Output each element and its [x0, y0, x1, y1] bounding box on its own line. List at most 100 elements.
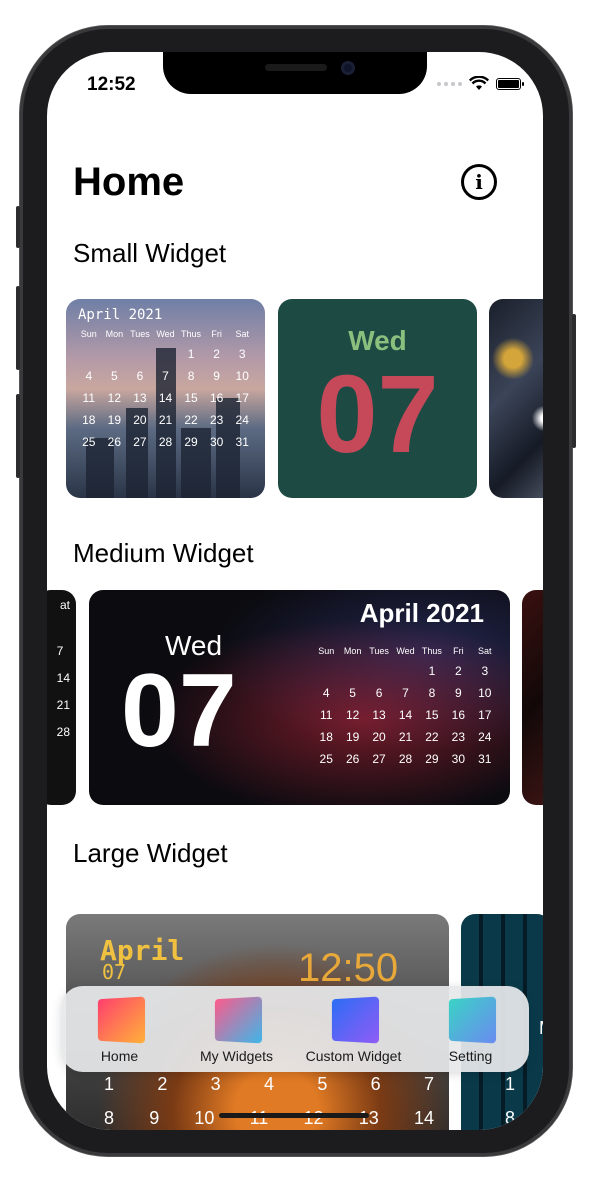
- tab-label: My Widgets: [200, 1048, 273, 1064]
- calendar-day: 23: [204, 413, 230, 427]
- calendar-day: 4: [76, 369, 102, 383]
- date-number: 07: [278, 351, 477, 478]
- home-indicator[interactable]: [219, 1113, 369, 1118]
- calendar-day: 31: [472, 752, 498, 766]
- status-icons: [437, 76, 521, 91]
- custom-widget-icon: [331, 997, 378, 1044]
- calendar-day: 8: [178, 369, 204, 383]
- camera-icon: [341, 61, 355, 75]
- calendar-day: [392, 664, 418, 678]
- calendar-day: 1: [178, 347, 204, 361]
- medium-widget-partial-left[interactable]: at 7 14 21 28: [47, 590, 76, 805]
- large-week-row: 8 9 10 11 12 13 14: [104, 1108, 434, 1129]
- calendar-day: 27: [366, 752, 392, 766]
- calendar-day: 25: [76, 435, 102, 449]
- calendar-day: 22: [178, 413, 204, 427]
- calendar-day: 28: [392, 752, 418, 766]
- calendar-day: 3: [229, 347, 255, 361]
- calendar-day: 24: [472, 730, 498, 744]
- calendar-day: 12: [102, 391, 128, 405]
- date-number: 07: [121, 652, 237, 771]
- calendar-grid: Sun Mon Tues Wed Thus Fri Sat 1 2 3 4 5 6 7 8 9 10 11 12 13…: [76, 329, 255, 449]
- weekday-header: Thus: [419, 646, 445, 656]
- calendar-day: 29: [419, 752, 445, 766]
- calendar-day: 5: [317, 1074, 327, 1095]
- calendar-day: 4: [313, 686, 339, 700]
- calendar-day: 11: [76, 391, 102, 405]
- calendar-day: 21: [153, 413, 179, 427]
- volume-down-button: [16, 394, 20, 478]
- calendar-day: 22: [419, 730, 445, 744]
- weekday-header: Wed: [392, 646, 418, 656]
- weekday-header: Mon: [339, 646, 365, 656]
- weekday-header: Sun: [313, 646, 339, 656]
- calendar-day: 14: [153, 391, 179, 405]
- screen: 12:52 Home i Small Widget April 2021 Sun…: [47, 52, 543, 1130]
- calendar-day: 12: [304, 1108, 324, 1129]
- calendar-day: 21: [57, 698, 70, 712]
- calendar-day: 5: [102, 369, 128, 383]
- calendar-day: [339, 664, 365, 678]
- calendar-day: 8: [419, 686, 445, 700]
- signal-dots-icon: [437, 82, 462, 86]
- calendar-day: 13: [359, 1108, 379, 1129]
- large-time: 12:50: [298, 946, 398, 991]
- calendar-day: 19: [102, 413, 128, 427]
- small-marble-widget[interactable]: [489, 299, 543, 498]
- calendar-grid: Sun Mon Tues Wed Thus Fri Sat 1 2 3 4 5 6 7 8 9 10 11 12 13…: [313, 646, 498, 766]
- tab-custom-widget[interactable]: Custom Widget: [295, 986, 412, 1072]
- calendar-day: 21: [392, 730, 418, 744]
- my-widgets-icon: [214, 997, 261, 1044]
- calendar-day: 14: [414, 1108, 434, 1129]
- calendar-day: 4: [264, 1074, 274, 1095]
- calendar-day: 7: [57, 644, 70, 658]
- tab-setting[interactable]: Setting: [412, 986, 529, 1072]
- tab-my-widgets[interactable]: My Widgets: [178, 986, 295, 1072]
- tab-home[interactable]: Home: [61, 986, 178, 1072]
- setting-icon: [448, 997, 495, 1044]
- small-calendar-widget[interactable]: April 2021 Sun Mon Tues Wed Thus Fri Sat 1 2 3 4 5 6…: [66, 299, 265, 498]
- calendar-day: 26: [102, 435, 128, 449]
- tab-label: Setting: [449, 1048, 493, 1064]
- weekday-header: Tues: [366, 646, 392, 656]
- speaker-grille: [265, 64, 327, 71]
- medium-widget-partial-right[interactable]: [522, 590, 543, 805]
- calendar-day: 25: [313, 752, 339, 766]
- calendar-day: 1: [419, 664, 445, 678]
- calendar-day: 28: [153, 435, 179, 449]
- calendar-day: 17: [472, 708, 498, 722]
- home-icon: [97, 997, 144, 1044]
- mute-switch: [16, 206, 20, 248]
- calendar-day: 3: [211, 1074, 221, 1095]
- weekday-header: Mon: [102, 329, 128, 339]
- volume-up-button: [16, 286, 20, 370]
- calendar-day: 14: [57, 671, 70, 685]
- calendar-month: April 2021: [360, 598, 484, 629]
- calendar-day: 8: [104, 1108, 114, 1129]
- calendar-day: [127, 347, 153, 361]
- calendar-day: 20: [127, 413, 153, 427]
- calendar-day: 26: [339, 752, 365, 766]
- battery-icon: [496, 78, 521, 90]
- partial-days: 7 14 21 28: [57, 644, 70, 739]
- partial-number: 1: [505, 1074, 515, 1095]
- calendar-day: 28: [57, 725, 70, 739]
- partial-number: 8: [505, 1108, 515, 1129]
- info-icon[interactable]: i: [461, 164, 497, 200]
- calendar-day: 1: [104, 1074, 114, 1095]
- calendar-day: 27: [127, 435, 153, 449]
- large-week-row: 1234567: [104, 1074, 434, 1095]
- calendar-day: 23: [445, 730, 471, 744]
- notch: [163, 52, 427, 94]
- calendar-day: 2: [204, 347, 230, 361]
- partial-header: at: [60, 598, 70, 612]
- calendar-day: 6: [366, 686, 392, 700]
- small-date-widget[interactable]: Wed 07: [278, 299, 477, 498]
- tab-label: Custom Widget: [306, 1048, 402, 1064]
- calendar-day: [102, 347, 128, 361]
- calendar-day: 10: [229, 369, 255, 383]
- medium-calendar-widget[interactable]: Wed 07 April 2021 Sun Mon Tues Wed Thus Fri Sa…: [89, 590, 510, 805]
- tab-bar: Home My Widgets Custom Widget Setting: [61, 986, 529, 1072]
- weekday-header: Sat: [229, 329, 255, 339]
- section-large-widget: Large Widget: [73, 838, 228, 869]
